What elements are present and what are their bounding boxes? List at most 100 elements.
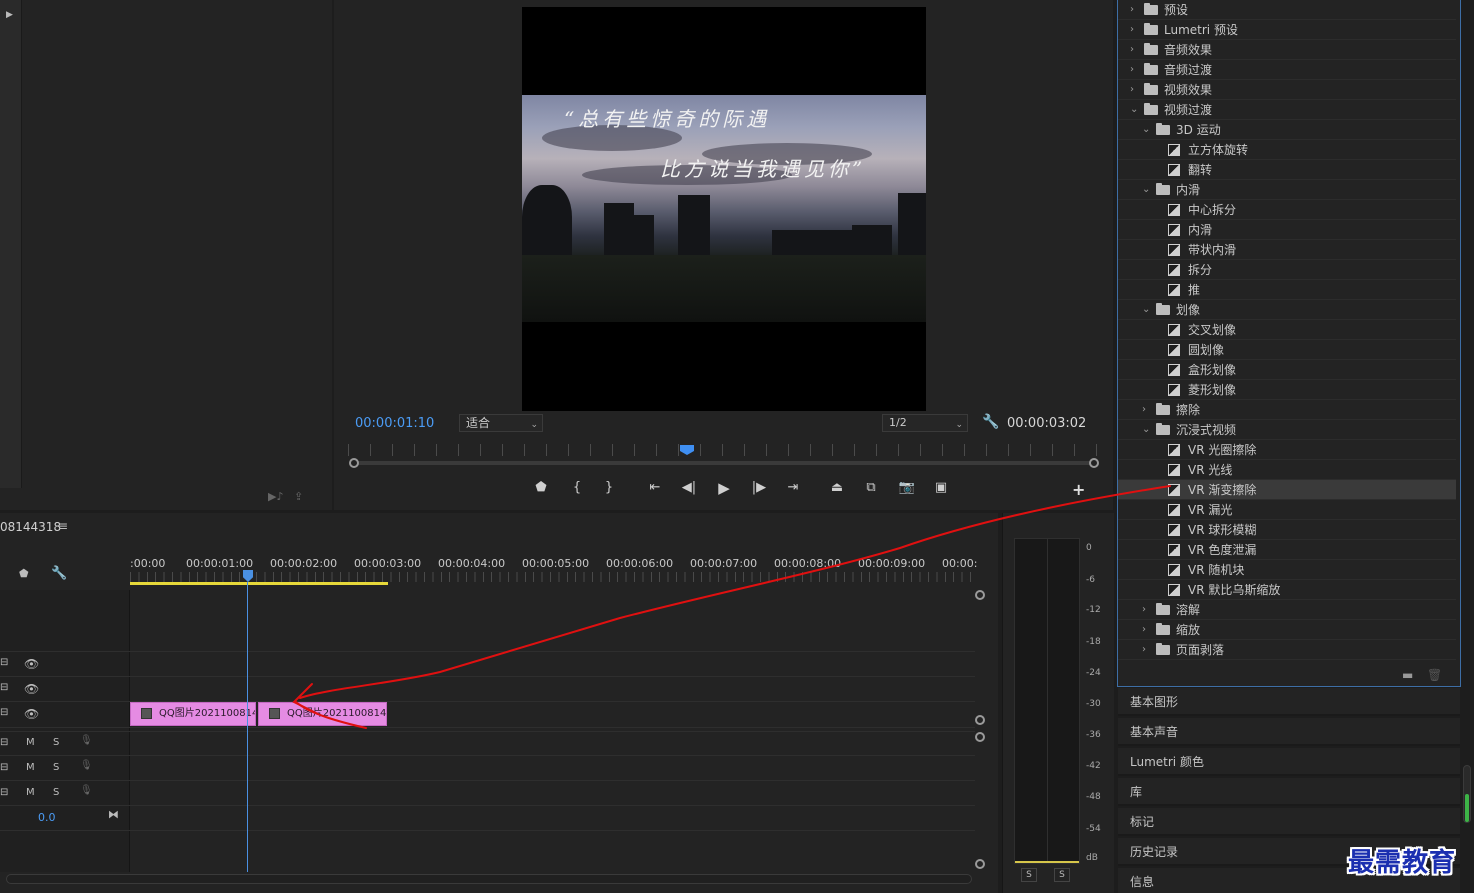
panel-libraries[interactable]: 库 — [1118, 778, 1460, 806]
effect-item[interactable]: 内滑 — [1118, 220, 1456, 240]
effect-folder[interactable]: ⌄ 划像 — [1118, 300, 1456, 320]
mute-button[interactable]: M — [26, 787, 35, 798]
chevron-down-icon[interactable]: ⌄ — [1142, 420, 1150, 440]
video-clip[interactable]: QQ图片202110081443 — [258, 702, 387, 726]
sequence-tab[interactable]: 08144318 — [0, 520, 61, 534]
mute-button[interactable]: M — [26, 762, 35, 773]
go-to-out-button[interactable]: ⇥ — [782, 478, 804, 498]
step-back-button[interactable]: ◀| — [678, 478, 700, 498]
effect-item[interactable]: 圆划像 — [1118, 340, 1456, 360]
chevron-right-icon[interactable]: › — [1130, 60, 1134, 80]
solo-left-button[interactable]: S — [1021, 868, 1037, 882]
extract-button[interactable]: ⧉ — [860, 478, 882, 498]
effect-folder[interactable]: › 音频效果 — [1118, 40, 1456, 60]
export-icon[interactable]: ⇪ — [294, 490, 303, 503]
effect-folder[interactable]: › 视频效果 — [1118, 80, 1456, 100]
effect-item[interactable]: VR 球形模糊 — [1118, 520, 1456, 540]
chevron-right-icon[interactable]: › — [1130, 0, 1134, 20]
timeline-settings-wrench-icon[interactable]: 🔧 — [51, 566, 67, 581]
effect-item[interactable]: 中心拆分 — [1118, 200, 1456, 220]
zoom-left-handle[interactable] — [349, 458, 359, 468]
effect-item[interactable]: 推 — [1118, 280, 1456, 300]
chevron-right-icon[interactable]: › — [1142, 640, 1146, 660]
eye-icon[interactable]: 👁 — [24, 707, 39, 721]
effect-folder[interactable]: › 缩放 — [1118, 620, 1456, 640]
chevron-right-icon[interactable]: › — [1130, 80, 1134, 100]
effect-folder[interactable]: › 擦除 — [1118, 400, 1456, 420]
chevron-right-icon[interactable]: › — [1130, 20, 1134, 40]
track-toggle-icon[interactable]: ⊟ — [0, 737, 8, 748]
chevron-down-icon[interactable]: ⌄ — [1130, 100, 1138, 120]
solo-button[interactable]: S — [53, 787, 59, 798]
chevron-right-icon[interactable]: › — [1142, 620, 1146, 640]
step-forward-button[interactable]: |▶ — [748, 478, 770, 498]
effect-item[interactable]: VR 渐变擦除 — [1118, 480, 1456, 500]
track-toggle-icon[interactable]: ⊟ — [0, 762, 8, 773]
delete-icon[interactable]: 🗑 — [1427, 668, 1442, 682]
vscroll-top-handle[interactable] — [975, 590, 985, 600]
bowtie-icon[interactable]: ⧓ — [108, 808, 119, 821]
timeline-horizontal-scrollbar[interactable] — [6, 874, 972, 884]
zoom-right-handle[interactable] — [1089, 458, 1099, 468]
effect-item[interactable]: 立方体旋转 — [1118, 140, 1456, 160]
panel-menu-icon[interactable]: ≡ — [58, 519, 68, 533]
current-timecode[interactable]: 00:00:01:10 — [355, 416, 434, 431]
effect-item[interactable]: 翻转 — [1118, 160, 1456, 180]
track-toggle-icon[interactable]: ⊟ — [0, 657, 8, 668]
effect-item[interactable]: 盒形划像 — [1118, 360, 1456, 380]
panel-essential-sound[interactable]: 基本声音 — [1118, 718, 1460, 746]
microphone-icon[interactable]: 🎙 — [80, 760, 93, 771]
effect-item[interactable]: 带状内滑 — [1118, 240, 1456, 260]
effect-item[interactable]: VR 随机块 — [1118, 560, 1456, 580]
eye-icon[interactable]: 👁 — [24, 682, 39, 696]
track-toggle-icon[interactable]: ⊟ — [0, 682, 8, 693]
program-monitor-video[interactable]: “总有些惊奇的际遇 比方说当我遇见你” — [522, 7, 926, 411]
solo-button[interactable]: S — [53, 762, 59, 773]
playback-resolution-select[interactable]: 1/2 ⌄ — [882, 414, 968, 432]
work-area-bar[interactable] — [130, 582, 388, 585]
chevron-down-icon[interactable]: ⌄ — [1142, 120, 1150, 140]
effect-folder[interactable]: ⌄ 3D 运动 — [1118, 120, 1456, 140]
effect-folder[interactable]: › 预设 — [1118, 0, 1456, 20]
vscroll-mid-handle[interactable] — [975, 732, 985, 742]
effect-folder[interactable]: › Lumetri 预设 — [1118, 20, 1456, 40]
effect-folder[interactable]: › 溶解 — [1118, 600, 1456, 620]
master-volume-value[interactable]: 0.0 — [38, 811, 56, 824]
button-editor-plus-icon[interactable]: + — [1072, 480, 1085, 499]
lift-button[interactable]: ⏏ — [826, 478, 848, 498]
mark-in-button[interactable]: { — [566, 478, 588, 498]
microphone-icon[interactable]: 🎙 — [80, 735, 93, 746]
video-clip[interactable]: QQ图片20211008144 — [130, 702, 256, 726]
effect-folder[interactable]: › 页面剥落 — [1118, 640, 1456, 660]
effect-item[interactable]: VR 色度泄漏 — [1118, 540, 1456, 560]
track-toggle-icon[interactable]: ⊟ — [0, 787, 8, 798]
panel-lumetri-color[interactable]: Lumetri 颜色 — [1118, 748, 1460, 776]
effect-item[interactable]: VR 漏光 — [1118, 500, 1456, 520]
mute-button[interactable]: M — [26, 737, 35, 748]
chevron-down-icon[interactable]: ⌄ — [1142, 300, 1150, 320]
effect-folder[interactable]: ⌄ 沉浸式视频 — [1118, 420, 1456, 440]
effect-folder[interactable]: › 音频过渡 — [1118, 60, 1456, 80]
comparison-view-button[interactable]: ▣ — [930, 478, 952, 498]
add-marker-button[interactable]: ⬟ — [530, 478, 552, 498]
fit-zoom-select[interactable]: 适合 ⌄ — [459, 414, 543, 432]
chevron-right-icon[interactable]: › — [1130, 40, 1134, 60]
go-to-in-button[interactable]: ⇤ — [644, 478, 666, 498]
settings-wrench-icon[interactable]: 🔧 — [982, 414, 999, 430]
export-frame-camera-icon[interactable]: 📷 — [896, 478, 918, 498]
timeline-ruler[interactable] — [130, 572, 973, 582]
effect-item[interactable]: VR 光线 — [1118, 460, 1456, 480]
vscroll-bottom-handle[interactable] — [975, 859, 985, 869]
chevron-right-icon[interactable]: › — [1142, 600, 1146, 620]
solo-right-button[interactable]: S — [1054, 868, 1070, 882]
effect-item[interactable]: 菱形划像 — [1118, 380, 1456, 400]
play-button[interactable]: ▶ — [713, 478, 735, 498]
effect-item[interactable]: 拆分 — [1118, 260, 1456, 280]
new-bin-icon[interactable]: ▬ — [1402, 668, 1413, 682]
track-toggle-icon[interactable]: ⊟ — [0, 707, 8, 718]
eye-icon[interactable]: 👁 — [24, 657, 39, 671]
panel-essential-graphics[interactable]: 基本图形 — [1118, 688, 1460, 716]
effect-folder[interactable]: ⌄ 视频过渡 — [1118, 100, 1456, 120]
solo-button[interactable]: S — [53, 737, 59, 748]
panel-markers[interactable]: 标记 — [1118, 808, 1460, 836]
